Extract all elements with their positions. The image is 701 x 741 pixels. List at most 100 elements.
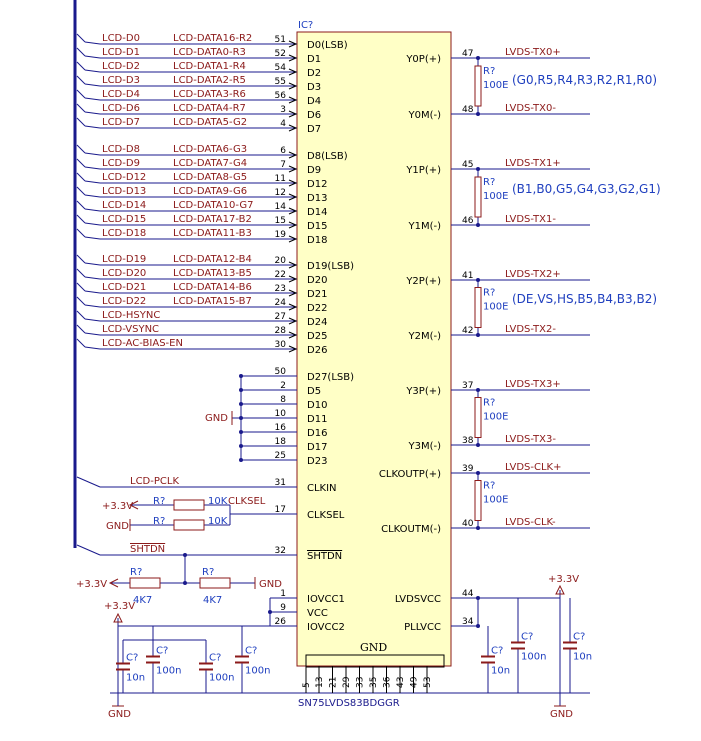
bus-entry (76, 228, 86, 238)
cap-value: 100n (521, 652, 546, 663)
junction (183, 581, 187, 585)
net-alias[interactable]: LCD-DATA16-R2 (173, 33, 252, 44)
net-label[interactable]: LCD-AC-BIAS-EN (102, 338, 183, 349)
net-label[interactable]: LVDS-TX1+ (505, 158, 561, 169)
net-label[interactable]: LCD-HSYNC (102, 310, 160, 321)
bottom-pin-13[interactable]: 13 (315, 666, 325, 693)
net-alias[interactable]: LCD-DATA5-G2 (173, 117, 247, 128)
pin-number: 35 (369, 677, 379, 688)
pin-name: D17 (307, 442, 327, 453)
net-alias[interactable]: LCD-DATA9-G6 (173, 186, 247, 197)
decoupling-capacitor[interactable]: C? 100n (511, 598, 546, 693)
bus-entry (76, 310, 86, 320)
bottom-pin-21[interactable]: 21 (329, 666, 339, 693)
pin-number: 24 (275, 298, 287, 308)
termination-resistor[interactable]: R? 100E (474, 278, 508, 337)
net-label[interactable]: LCD-D3 (102, 75, 140, 86)
termination-resistor[interactable]: R? 100E (474, 388, 508, 447)
net-alias[interactable]: LCD-DATA15-B7 (173, 296, 252, 307)
net-label[interactable]: LCD-D19 (102, 254, 146, 265)
bottom-pin-35[interactable]: 35 (369, 666, 379, 693)
decoupling-capacitor[interactable]: C? 100n (146, 626, 181, 693)
clkin-net-label[interactable]: LCD-PCLK (130, 476, 179, 487)
net-label[interactable]: LCD-D8 (102, 144, 140, 155)
decoupling-capacitor[interactable]: C? 100n (235, 626, 270, 693)
net-label[interactable]: LVDS-TX3- (505, 434, 556, 445)
net-label[interactable]: LCD-D20 (102, 268, 146, 279)
net-label[interactable]: LCD-D1 (102, 47, 140, 58)
net-label[interactable]: LCD-D4 (102, 89, 140, 100)
termination-resistor[interactable]: R? 100E (474, 56, 508, 116)
net-alias[interactable]: LCD-DATA0-R3 (173, 47, 246, 58)
pin-name: D3 (307, 82, 321, 93)
pin-name: VCC (307, 608, 328, 619)
net-label[interactable]: LCD-D7 (102, 117, 140, 128)
net-label[interactable]: LVDS-CLK+ (505, 462, 561, 473)
net-label[interactable]: LCD-D18 (102, 228, 146, 239)
net-label[interactable]: LCD-D6 (102, 103, 140, 114)
net-alias[interactable]: LCD-DATA4-R7 (173, 103, 246, 114)
net-label[interactable]: LVDS-TX2- (505, 324, 556, 335)
net-alias[interactable]: LCD-DATA3-R6 (173, 89, 246, 100)
resistor-body (173, 519, 205, 531)
net-alias[interactable]: LCD-DATA14-B6 (173, 282, 252, 293)
net-label[interactable]: LVDS-TX1- (505, 214, 556, 225)
left-pin-30[interactable]: 30 D26 LCD-AC-BIAS-EN (76, 338, 327, 356)
net-label[interactable]: LCD-D22 (102, 296, 146, 307)
net-label[interactable]: LVDS-TX0- (505, 103, 556, 114)
bottom-pin-5[interactable]: 5 (302, 666, 312, 693)
junction (476, 596, 480, 600)
net-label[interactable]: LCD-D13 (102, 186, 146, 197)
net-label[interactable]: LCD-D9 (102, 158, 140, 169)
left-pin-19[interactable]: 19 D18 LCD-D18 LCD-DATA11-B3 (76, 228, 327, 246)
left-pin-4[interactable]: 4 D7 LCD-D7 LCD-DATA5-G2 (76, 117, 321, 135)
net-label[interactable]: LCD-D14 (102, 200, 146, 211)
net-alias[interactable]: LCD-DATA2-R5 (173, 75, 246, 86)
decoupling-capacitor[interactable]: C? 10n (481, 626, 510, 693)
net-alias[interactable]: LCD-DATA7-G4 (173, 158, 247, 169)
bus-entry (76, 89, 86, 99)
bottom-pin-36[interactable]: 36 (383, 666, 393, 693)
decoupling-capacitor[interactable]: C? 10n (563, 598, 592, 693)
net-label[interactable]: LVDS-TX0+ (505, 47, 561, 58)
bottom-pin-33[interactable]: 33 (356, 666, 366, 693)
net-label[interactable]: LCD-D0 (102, 33, 140, 44)
net-label[interactable]: LCD-D12 (102, 172, 146, 183)
shtdn-net-label[interactable]: SHTDN (130, 544, 165, 555)
net-alias[interactable]: LCD-DATA11-B3 (173, 228, 252, 239)
junction (476, 443, 480, 447)
net-alias[interactable]: LCD-DATA1-R4 (173, 61, 246, 72)
net-label[interactable]: LCD-D21 (102, 282, 146, 293)
decoupling-capacitor[interactable]: C? 100n (199, 640, 234, 693)
net-alias[interactable]: LCD-DATA10-G7 (173, 200, 253, 211)
pin-number: 22 (275, 270, 286, 280)
net-alias[interactable]: LCD-DATA13-B5 (173, 268, 252, 279)
pin-name: IOVCC2 (307, 622, 345, 633)
pin-number: 39 (462, 464, 474, 474)
net-alias[interactable]: LCD-DATA12-B4 (173, 254, 252, 265)
net-label[interactable]: LCD-VSYNC (102, 324, 159, 335)
net-alias[interactable]: LCD-DATA8-G5 (173, 172, 247, 183)
net-label[interactable]: LCD-D15 (102, 214, 146, 225)
bottom-pin-43[interactable]: 43 (396, 666, 406, 693)
net-label[interactable]: LCD-D2 (102, 61, 140, 72)
pin-number: 46 (462, 216, 474, 226)
pin-name: D20 (307, 275, 327, 286)
termination-resistor[interactable]: R? 100E (474, 471, 508, 530)
net-alias[interactable]: LCD-DATA17-B2 (173, 214, 252, 225)
net-label[interactable]: LVDS-CLK- (505, 517, 556, 528)
net-label[interactable]: LVDS-TX2+ (505, 269, 561, 280)
pin-number: 25 (275, 451, 286, 461)
net-alias[interactable]: LCD-DATA6-G3 (173, 144, 247, 155)
termination-resistor[interactable]: R? 100E (474, 167, 508, 227)
bottom-pin-49[interactable]: 49 (410, 666, 420, 693)
pin-number: 2 (280, 381, 286, 391)
net-label[interactable]: LVDS-TX3+ (505, 379, 561, 390)
bottom-pin-53[interactable]: 53 (423, 666, 433, 693)
cap-ref: C? (209, 653, 221, 664)
clksel-net-label[interactable]: CLKSEL (228, 496, 266, 507)
bottom-pin-29[interactable]: 29 (342, 666, 352, 693)
decoupling-capacitor[interactable]: C? 10n (116, 640, 145, 693)
pin-number: 52 (275, 49, 286, 59)
pin-name: LVDSVCC (395, 594, 441, 605)
